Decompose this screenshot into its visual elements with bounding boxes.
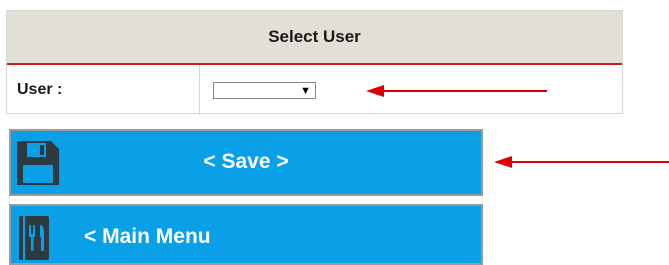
restaurant-menu-icon xyxy=(19,216,49,260)
dropdown-arrow-icon: ▼ xyxy=(300,85,311,97)
save-button[interactable]: < Save > xyxy=(9,129,483,196)
main-menu-button-label: < Main Menu xyxy=(84,225,211,248)
panel-header: Select User xyxy=(7,11,622,65)
user-label-cell: User : xyxy=(7,65,200,115)
user-label: User : xyxy=(17,81,63,98)
select-user-panel: Select User User : ▼ xyxy=(6,10,623,115)
panel-title: Select User xyxy=(268,27,361,46)
main-menu-button[interactable]: < Main Menu xyxy=(9,204,483,265)
user-select[interactable]: ▼ xyxy=(213,82,316,99)
red-arrow-icon xyxy=(366,85,547,97)
save-button-label: < Save > xyxy=(203,150,289,173)
red-arrow-icon xyxy=(494,156,669,168)
